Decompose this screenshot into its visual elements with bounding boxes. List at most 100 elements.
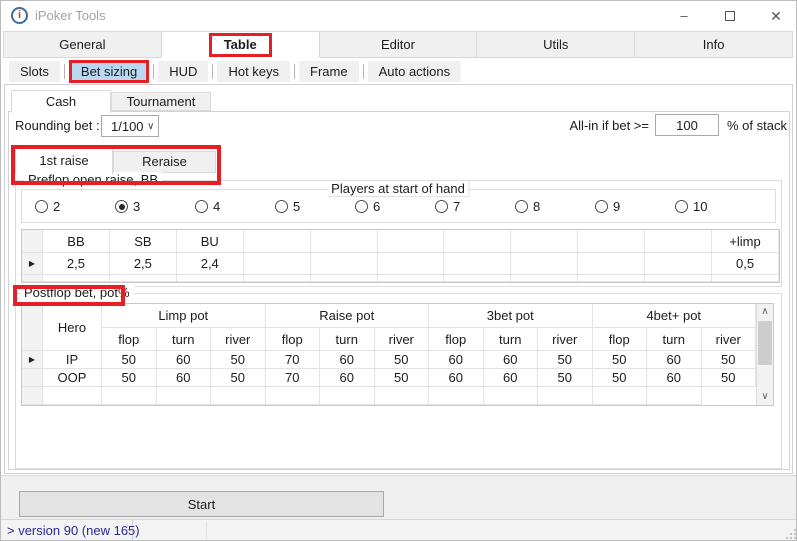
radio-players-8[interactable]: 8 xyxy=(515,199,595,214)
postflop-grid: Hero Limp pot Raise pot 3bet pot 4bet+ p… xyxy=(22,304,756,405)
status-text: > version 90 (new 165) xyxy=(1,520,140,540)
tab-general[interactable]: General xyxy=(3,31,162,58)
table-cell[interactable]: 60 xyxy=(320,351,375,369)
subtab-slots[interactable]: Slots xyxy=(9,61,60,82)
radio-players-5[interactable]: 5 xyxy=(275,199,355,214)
postflop-group-title: Postflop bet, pot% xyxy=(20,285,134,300)
separator xyxy=(294,64,296,79)
radio-players-10[interactable]: 10 xyxy=(675,199,755,214)
subtab-hud[interactable]: HUD xyxy=(158,61,209,82)
table-cell[interactable]: 50 xyxy=(374,351,429,369)
column-header: BB xyxy=(43,230,110,253)
subtab-auto-actions[interactable]: Auto actions xyxy=(367,61,462,82)
table-cell[interactable]: 60 xyxy=(320,369,375,387)
street-header: flop xyxy=(592,328,647,351)
tab-reraise[interactable]: Reraise xyxy=(113,151,216,173)
table-cell[interactable] xyxy=(578,253,646,275)
street-header: flop xyxy=(102,328,157,351)
tab-1st-raise[interactable]: 1st raise xyxy=(15,148,113,174)
table-cell[interactable] xyxy=(310,253,378,275)
table-cell[interactable]: 60 xyxy=(156,369,211,387)
table-cell[interactable] xyxy=(444,253,512,275)
subtab-bet-sizing[interactable]: Bet sizing xyxy=(68,60,150,83)
table-cell[interactable]: 50 xyxy=(701,369,756,387)
highlight-box-table: Table xyxy=(208,32,272,57)
players-group-title: Players at start of hand xyxy=(327,181,470,197)
street-header: flop xyxy=(429,328,484,351)
row-selector: ▶ xyxy=(22,351,43,369)
radio-players-6[interactable]: 6 xyxy=(355,199,435,214)
table-cell[interactable]: 2,5 xyxy=(109,253,177,275)
filler-cell xyxy=(374,387,429,405)
radio-players-2[interactable]: 2 xyxy=(35,199,115,214)
table-cell[interactable]: 50 xyxy=(538,369,593,387)
vertical-scrollbar[interactable]: ∧ ∨ xyxy=(756,304,773,405)
table-cell[interactable] xyxy=(511,253,579,275)
filler-cell xyxy=(377,275,445,282)
subtab-hot-keys[interactable]: Hot keys xyxy=(217,61,291,82)
subtab-frame[interactable]: Frame xyxy=(299,61,359,82)
table-cell[interactable]: 50 xyxy=(538,351,593,369)
tab-table[interactable]: Table xyxy=(160,31,320,58)
table-cell[interactable]: 50 xyxy=(102,369,157,387)
table-cell[interactable]: 2,4 xyxy=(176,253,244,275)
radio-icon xyxy=(435,200,448,213)
table-cell[interactable]: 60 xyxy=(429,369,484,387)
radio-players-7[interactable]: 7 xyxy=(435,199,515,214)
column-header xyxy=(578,230,646,253)
tab-cash[interactable]: Cash xyxy=(11,90,111,113)
table-cell[interactable] xyxy=(243,253,311,275)
column-header xyxy=(377,230,445,253)
column-header: SB xyxy=(109,230,177,253)
table-cell[interactable]: 60 xyxy=(429,351,484,369)
scrollbar-thumb[interactable] xyxy=(758,321,772,365)
table-cell[interactable]: 60 xyxy=(156,351,211,369)
tab-tournament[interactable]: Tournament xyxy=(111,92,211,111)
table-cell[interactable]: 50 xyxy=(592,351,647,369)
scroll-down-button[interactable]: ∨ xyxy=(757,389,773,405)
filler-cell xyxy=(645,275,713,282)
radio-icon xyxy=(595,200,608,213)
filler-cell xyxy=(243,275,311,282)
tab-utils[interactable]: Utils xyxy=(476,31,636,58)
resize-grip-icon[interactable] xyxy=(785,528,797,540)
table-cell[interactable]: 60 xyxy=(647,369,702,387)
start-button[interactable]: Start xyxy=(19,491,384,517)
table-cell[interactable]: 0,5 xyxy=(712,253,779,275)
table-cell[interactable]: 60 xyxy=(483,369,538,387)
table-cell[interactable]: 50 xyxy=(211,351,266,369)
table-cell[interactable]: 2,5 xyxy=(43,253,110,275)
table-cell[interactable]: 60 xyxy=(647,351,702,369)
table-cell[interactable] xyxy=(377,253,445,275)
table-cell[interactable]: 60 xyxy=(483,351,538,369)
table-cell[interactable] xyxy=(645,253,713,275)
rounding-bet-select[interactable]: 1/100 ∨ xyxy=(101,115,159,137)
filler-cell xyxy=(22,387,43,405)
minimize-button[interactable]: – xyxy=(669,5,699,27)
postflop-bet-table: Hero Limp pot Raise pot 3bet pot 4bet+ p… xyxy=(21,303,774,406)
column-header xyxy=(310,230,378,253)
app-window: i iPoker Tools – ✕ General Table Editor … xyxy=(0,0,797,541)
allin-input[interactable] xyxy=(655,114,719,136)
radio-players-9[interactable]: 9 xyxy=(595,199,675,214)
table-cell[interactable]: 70 xyxy=(265,369,320,387)
app-icon: i xyxy=(11,7,28,24)
maximize-button[interactable] xyxy=(715,5,745,27)
filler-cell xyxy=(592,387,647,405)
close-button[interactable]: ✕ xyxy=(761,5,791,27)
table-cell[interactable]: 50 xyxy=(374,369,429,387)
table-cell[interactable]: 50 xyxy=(701,351,756,369)
table-cell[interactable]: 50 xyxy=(211,369,266,387)
scroll-up-button[interactable]: ∧ xyxy=(757,304,773,320)
filler-cell xyxy=(102,387,157,405)
radio-players-3[interactable]: 3 xyxy=(115,199,195,214)
row-header-oop: OOP xyxy=(43,369,102,387)
tab-editor[interactable]: Editor xyxy=(318,31,478,58)
radio-players-4[interactable]: 4 xyxy=(195,199,275,214)
filler-cell xyxy=(310,275,378,282)
row-header-ip: IP xyxy=(43,351,102,369)
table-cell[interactable]: 50 xyxy=(102,351,157,369)
table-cell[interactable]: 70 xyxy=(265,351,320,369)
tab-info[interactable]: Info xyxy=(634,31,793,58)
table-cell[interactable]: 50 xyxy=(592,369,647,387)
